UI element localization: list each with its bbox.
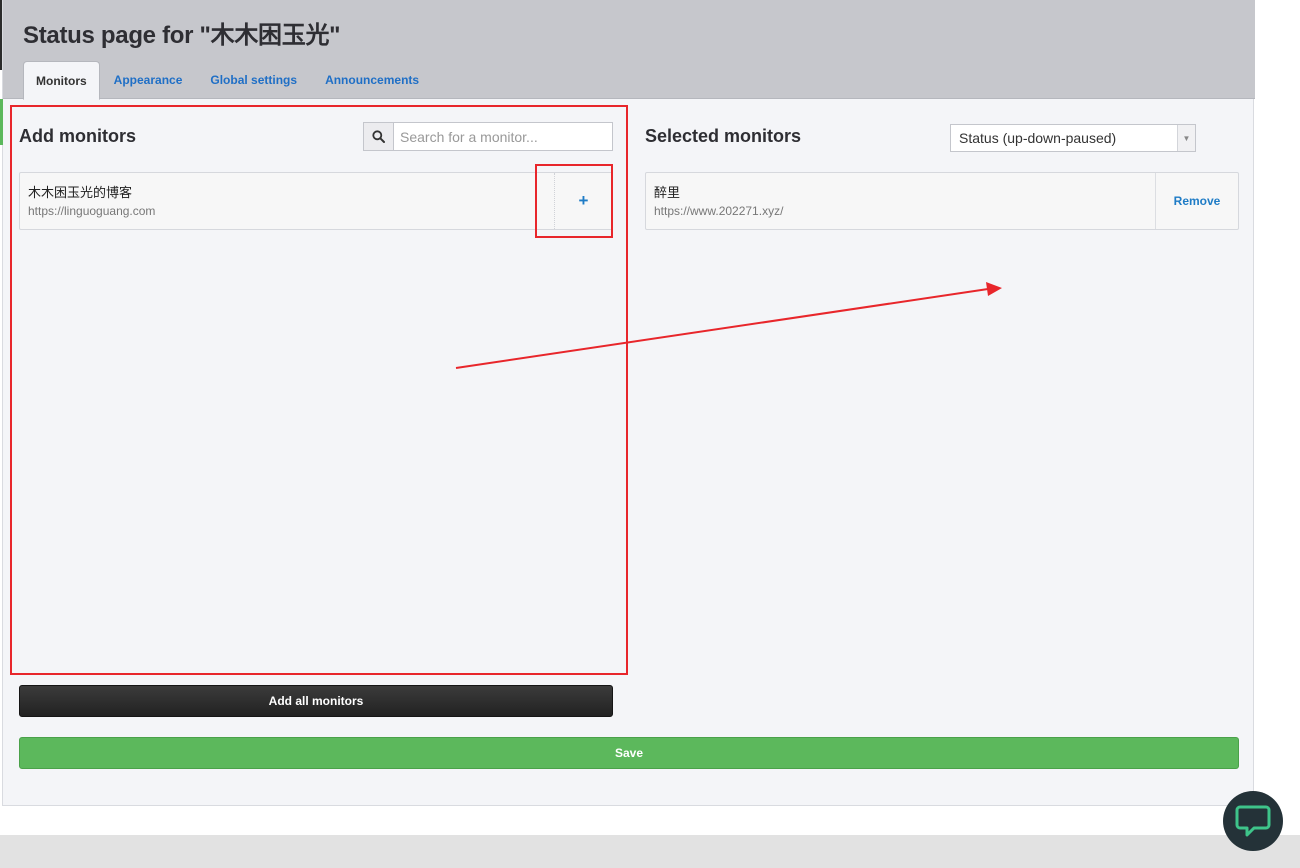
page-title: Status page for "木木困玉光" [23, 22, 341, 49]
tab-monitors[interactable]: Monitors [23, 61, 100, 100]
tab-bar: Monitors Appearance Global settings Anno… [23, 61, 433, 100]
status-indicator-bar [0, 99, 3, 145]
chat-bubble-icon[interactable] [1223, 791, 1283, 851]
tab-announcements[interactable]: Announcements [311, 61, 433, 99]
sort-order-select[interactable]: Status (up-down-paused) ▼ [950, 124, 1196, 152]
add-all-monitors-button[interactable]: Add all monitors [19, 685, 613, 717]
selected-monitor-item: 醉里 https://www.202271.xyz/ Remove [645, 172, 1239, 230]
chevron-down-icon: ▼ [1177, 125, 1195, 151]
page-footer-band [0, 835, 1300, 868]
sort-order-value: Status (up-down-paused) [959, 130, 1117, 146]
tab-global-settings[interactable]: Global settings [196, 61, 311, 99]
window-edge [0, 0, 2, 70]
page-header: Status page for "木木困玉光" Monitors Appeara… [3, 0, 1255, 100]
tab-appearance[interactable]: Appearance [100, 61, 197, 99]
monitor-url: https://www.202271.xyz/ [654, 204, 784, 218]
monitor-name: 醉里 [654, 185, 681, 200]
remove-monitor-button[interactable]: Remove [1155, 173, 1238, 229]
save-button[interactable]: Save [19, 737, 1239, 769]
annotation-box-add-button [535, 164, 613, 238]
selected-monitors-heading: Selected monitors [645, 126, 802, 146]
